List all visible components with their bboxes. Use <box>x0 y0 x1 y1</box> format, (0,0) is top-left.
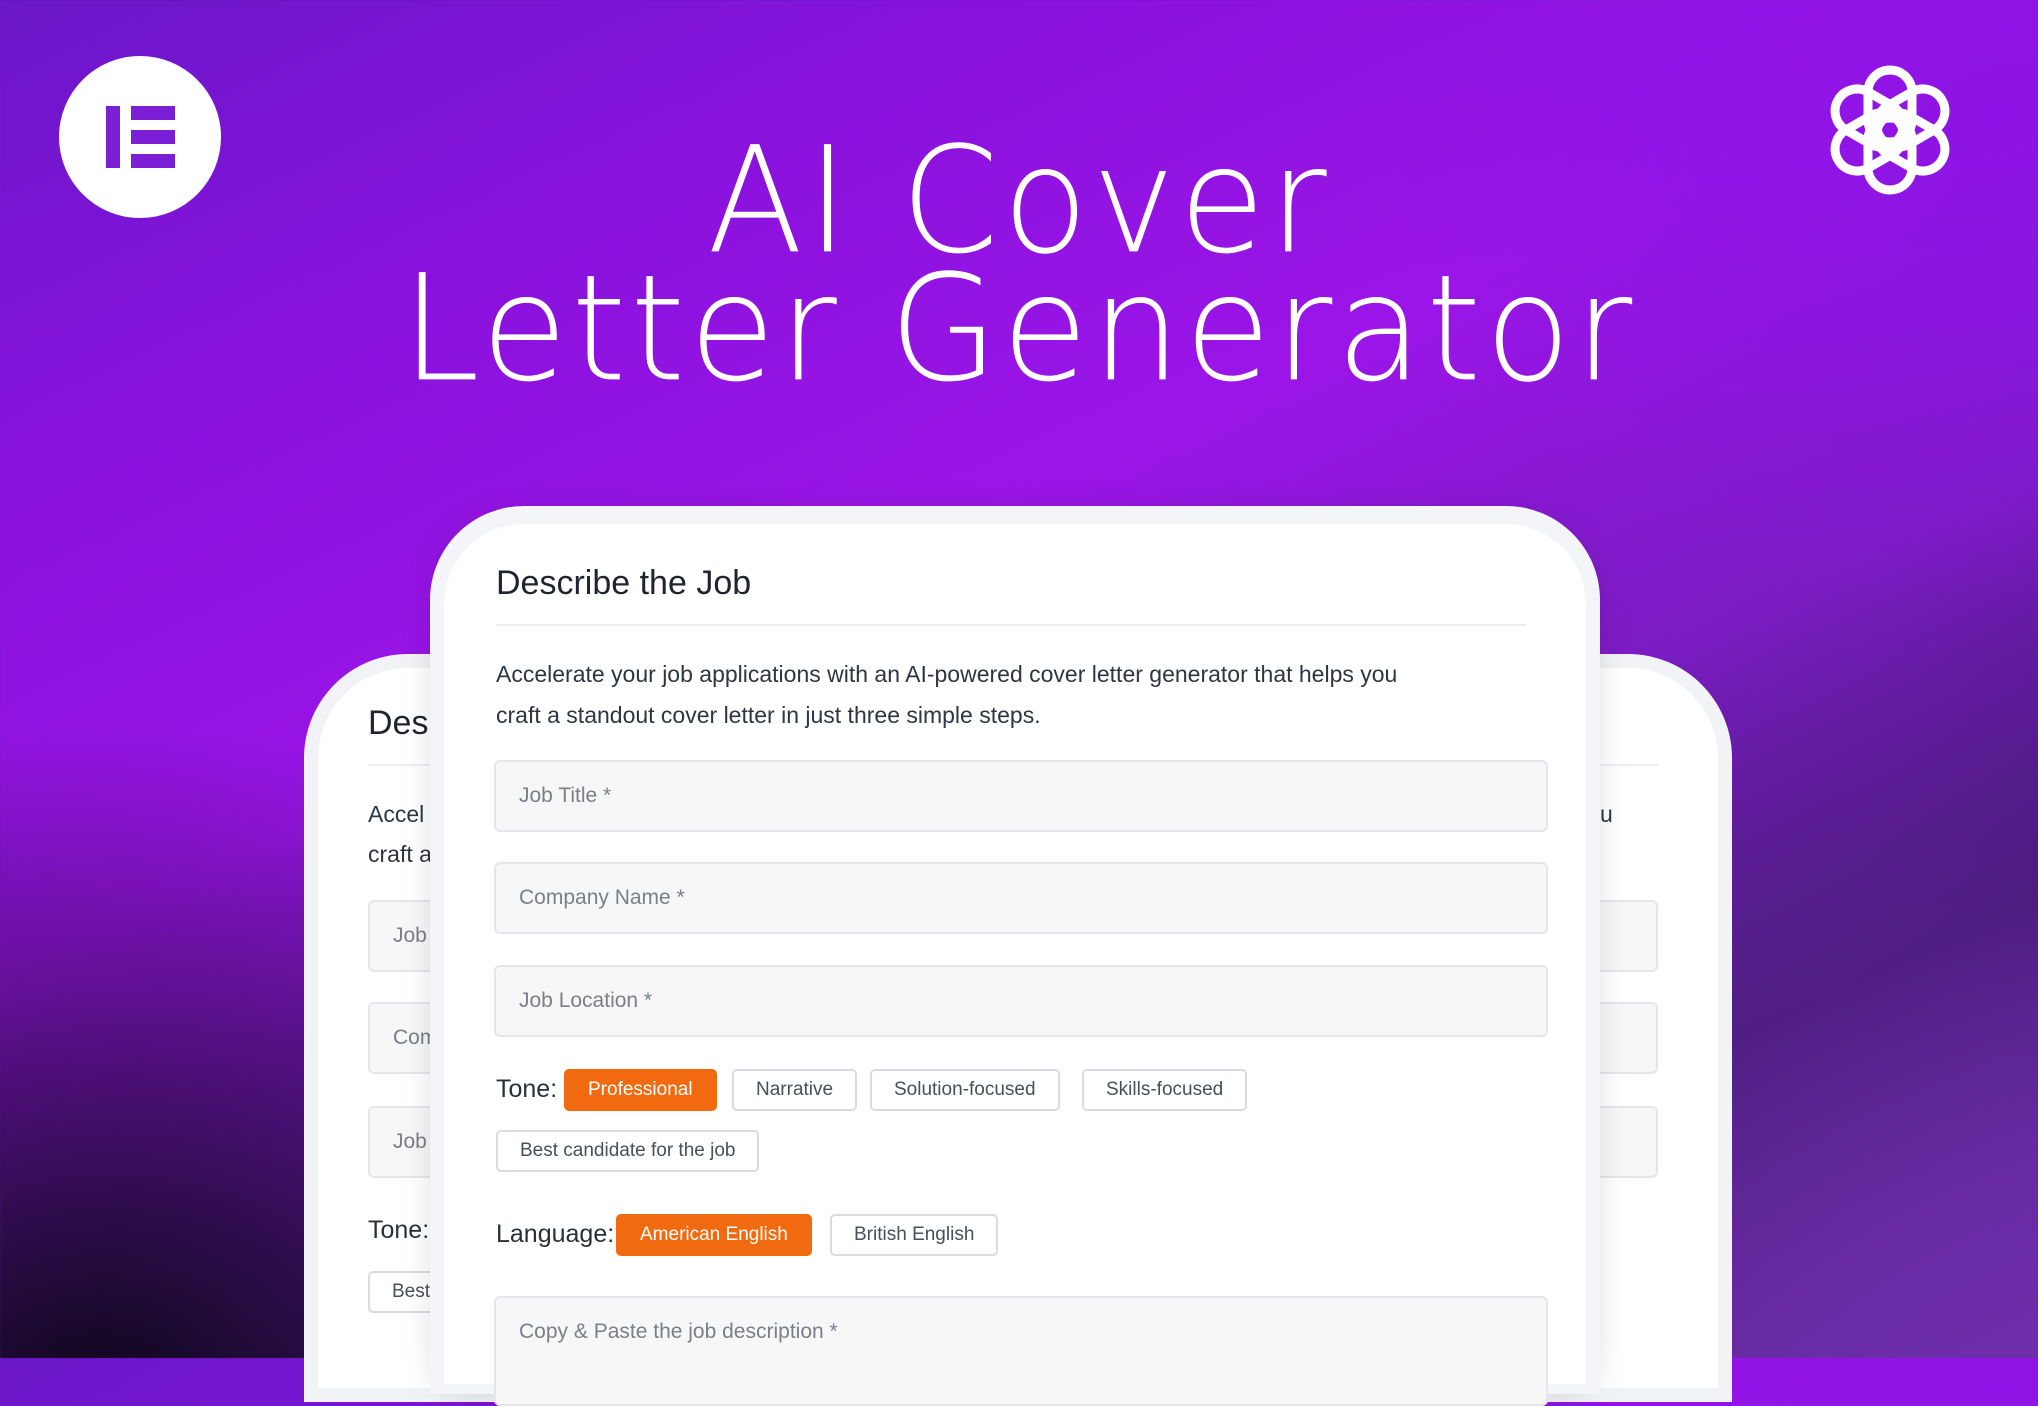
job-description-textarea[interactable]: Copy & Paste the job description * <box>494 1296 1548 1406</box>
company-name-input[interactable]: Company Name * <box>494 862 1548 934</box>
tone-chip-solution-focused[interactable]: Solution-focused <box>870 1069 1060 1111</box>
tone-chip-best-candidate[interactable]: Best candidate for the job <box>496 1130 760 1172</box>
tone-chip-skills-focused[interactable]: Skills-focused <box>1082 1069 1248 1111</box>
back-card-desc-2: craft a <box>368 841 432 867</box>
back-tone-label: Tone: <box>368 1216 430 1244</box>
language-chip-american[interactable]: American English <box>616 1214 812 1256</box>
form-title: Describe the Job <box>496 564 752 602</box>
job-title-input[interactable]: Job Title * <box>494 760 1548 832</box>
language-chip-british[interactable]: British English <box>830 1214 999 1256</box>
back-card-title: Des <box>368 704 429 742</box>
back-card-desc-1: Accel <box>368 801 425 827</box>
tone-chip-narrative[interactable]: Narrative <box>732 1069 858 1111</box>
tone-chip-professional[interactable]: Professional <box>564 1069 717 1111</box>
back-card-desc-right: u <box>1600 801 1613 827</box>
job-form-card: Describe the Job Accelerate your job app… <box>444 524 1586 1406</box>
form-description-line-2: craft a standout cover letter in just th… <box>496 702 1041 728</box>
language-label: Language: <box>496 1220 615 1248</box>
back-chip: Best <box>368 1271 455 1313</box>
headline-line-2: Letter Generator <box>401 243 1637 416</box>
title-divider <box>496 624 1526 626</box>
form-description-line-1: Accelerate your job applications with an… <box>496 661 1398 687</box>
job-location-input[interactable]: Job Location * <box>494 965 1548 1037</box>
tone-label: Tone: <box>496 1075 558 1103</box>
